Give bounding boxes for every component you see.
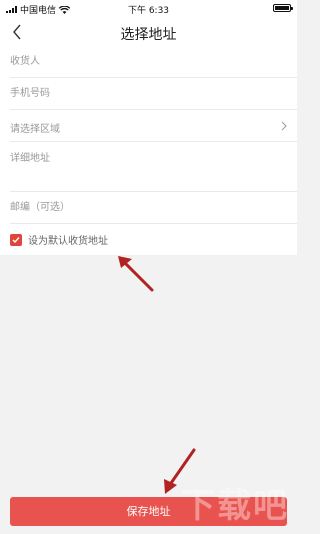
checkmark-icon (12, 236, 20, 243)
phone-input[interactable] (10, 78, 273, 109)
postcode-input[interactable] (10, 192, 273, 223)
status-bar: 中国电信 下午 6:33 (0, 0, 297, 18)
battery-icon (273, 4, 293, 12)
phone-row (10, 78, 297, 110)
annotation-arrow-icon (118, 256, 154, 292)
default-address-toggle[interactable]: 设为默认收货地址 (10, 232, 108, 247)
address-input[interactable] (10, 150, 273, 166)
page-title: 选择地址 (120, 27, 177, 43)
region-label: 请选择区域 (10, 124, 60, 135)
annotation-arrow-icon (164, 448, 196, 494)
save-address-button[interactable]: 保存地址 (10, 497, 287, 526)
postcode-row (10, 192, 297, 224)
nav-bar: 选择地址 (0, 18, 297, 46)
region-selector[interactable]: 请选择区域 (10, 110, 297, 142)
address-row (10, 142, 297, 192)
default-checkbox-label: 设为默认收货地址 (28, 236, 108, 247)
recipient-row (10, 46, 297, 78)
recipient-input[interactable] (10, 46, 273, 77)
chevron-right-icon (281, 121, 287, 131)
default-checkbox[interactable] (10, 233, 22, 246)
address-form: 请选择区域 设为默认收货地址 (0, 46, 297, 255)
status-time: 下午 6:33 (127, 6, 170, 16)
